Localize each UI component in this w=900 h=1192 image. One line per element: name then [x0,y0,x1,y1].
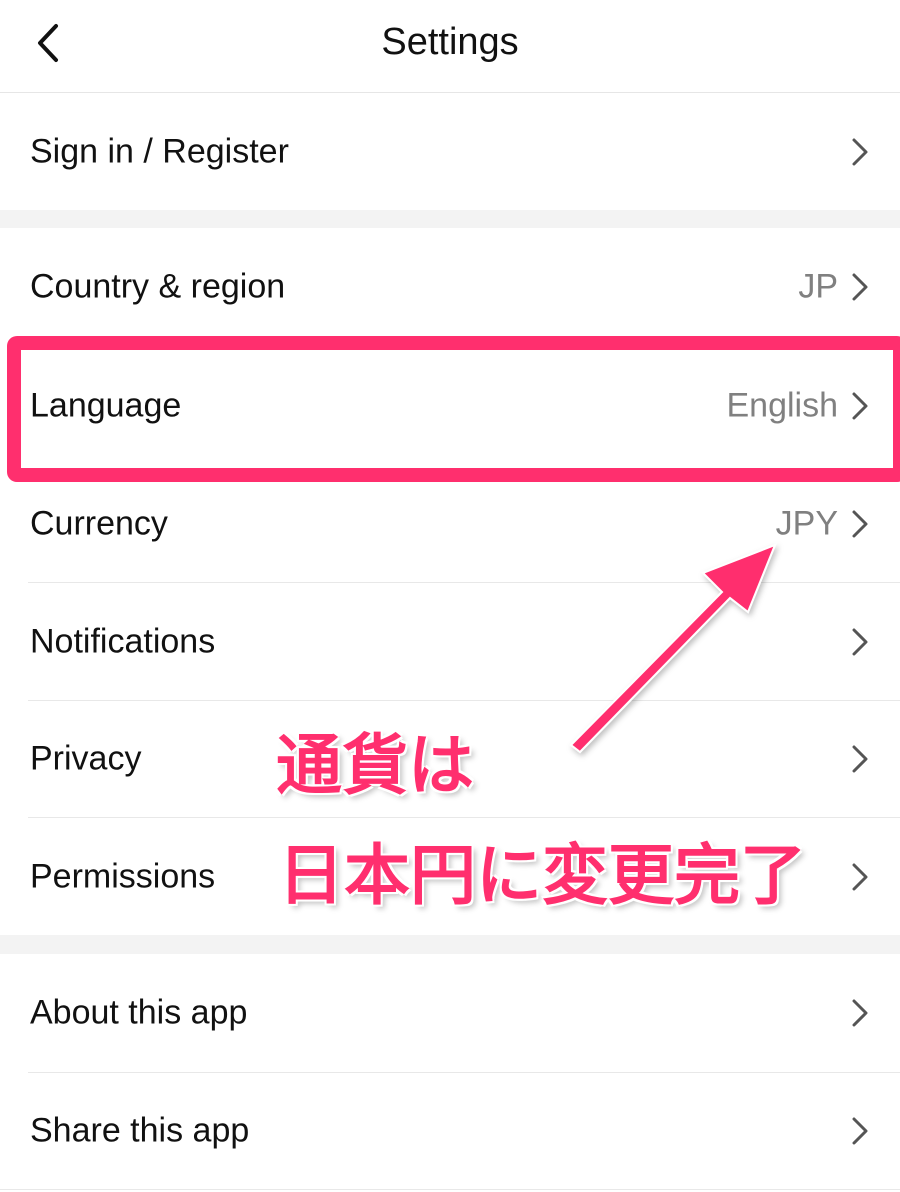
annotation-text-line1: 通貨は [276,727,474,804]
annotation-arrow-icon [569,543,777,754]
annotation-text-line2: 日本円に変更完了 [278,837,806,914]
